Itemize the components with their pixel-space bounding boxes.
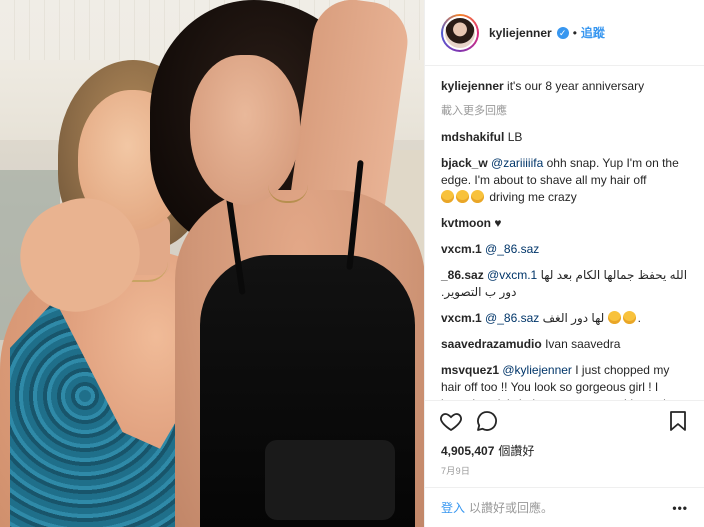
comment: msvquez1 @kyliejenner I just chopped my … [441, 362, 688, 400]
verified-badge-icon: ✓ [556, 26, 569, 39]
avatar[interactable] [441, 13, 479, 52]
comment-username[interactable]: kvtmoon [441, 216, 491, 230]
comment: bjack_w @zariiiiifa ohh snap. Yup I'm on… [441, 155, 688, 206]
like-count[interactable]: 4,905,407 個讚好 [425, 440, 704, 459]
comment: vxcm.1 @_86.saz لها دور الغف . [441, 310, 688, 327]
comment-username[interactable]: kyliejenner [441, 79, 504, 93]
comment-text: it's our 8 year anniversary [507, 79, 645, 93]
instagram-post: kyliejenner ✓ • 追蹤 kyliejenner it's our … [0, 0, 704, 527]
comment-text: لها دور الغف [542, 311, 605, 325]
emoji-icon [471, 190, 484, 203]
comment-username[interactable]: saavedrazamudio [441, 337, 542, 351]
photo-person2-face [190, 55, 300, 205]
bookmark-icon[interactable] [666, 409, 690, 433]
comment-text: Ivan saavedra [545, 337, 621, 351]
post-side-panel: kyliejenner ✓ • 追蹤 kyliejenner it's our … [424, 0, 704, 527]
emoji-icon [456, 190, 469, 203]
comment-username[interactable]: _86.saz [441, 268, 484, 282]
avatar-image [443, 15, 477, 50]
emoji-icon [622, 311, 636, 324]
comment-mention[interactable]: @zariiiiifa [491, 156, 543, 170]
post-header: kyliejenner ✓ • 追蹤 [425, 0, 704, 66]
emoji-icon [441, 190, 454, 203]
load-more-comments-button[interactable]: 載入更多回應 [441, 102, 688, 118]
header-separator: • [572, 25, 577, 40]
comment: _86.saz @vxcm.1 الله يحفظ جمالها الكام ب… [441, 267, 688, 301]
more-options-icon[interactable]: ••• [672, 501, 688, 515]
comment-username[interactable]: vxcm.1 [441, 242, 482, 256]
photo-bag [265, 440, 395, 520]
comment-text: LB [507, 130, 523, 144]
heart-emoji-icon: ♥ [494, 216, 502, 230]
comment-username[interactable]: mdshakiful [441, 130, 504, 144]
comment-mention[interactable]: @_86.saz [485, 311, 539, 325]
comment-username[interactable]: msvquez1 [441, 363, 499, 377]
comment-username[interactable]: vxcm.1 [441, 311, 482, 325]
post-date[interactable]: 7月9日 [425, 459, 704, 487]
comment-mention[interactable]: @_86.saz [485, 242, 539, 256]
comment-text-tail: driving me crazy [489, 190, 577, 204]
comment: vxcm.1 @_86.saz [441, 241, 688, 258]
emoji-icon [607, 311, 621, 324]
comment-list[interactable]: kyliejenner it's our 8 year anniversary … [425, 66, 704, 400]
comment-text-tail: . [637, 311, 641, 325]
comment: saavedrazamudio Ivan saavedra [441, 336, 688, 353]
post-photo[interactable] [0, 0, 424, 527]
login-link[interactable]: 登入 [441, 499, 465, 516]
header-username[interactable]: kyliejenner [489, 26, 552, 40]
login-prompt-text: 以讚好或回應。 [469, 501, 554, 515]
heart-icon[interactable] [439, 409, 463, 433]
comment-username[interactable]: bjack_w [441, 156, 488, 170]
comment: kvtmoon ♥ [441, 215, 688, 232]
like-count-label: 個讚好 [498, 444, 535, 458]
caption: kyliejenner it's our 8 year anniversary [441, 78, 688, 95]
comment-icon[interactable] [475, 409, 499, 433]
follow-button[interactable]: 追蹤 [581, 24, 605, 41]
comment-mention[interactable]: @vxcm.1 [487, 268, 537, 282]
login-bar: 登入 以讚好或回應。 ••• [425, 487, 704, 527]
comment: mdshakiful LB [441, 129, 688, 146]
comment-mention[interactable]: @kyliejenner [502, 363, 572, 377]
like-count-number: 4,905,407 [441, 444, 495, 458]
action-bar [425, 400, 704, 440]
